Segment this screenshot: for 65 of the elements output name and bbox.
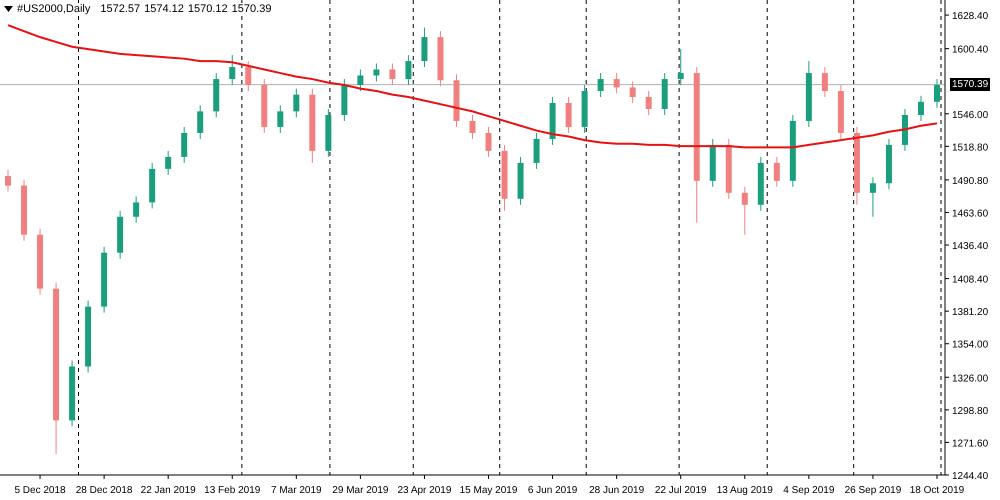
candlestick bbox=[870, 176, 876, 218]
y-tick-label: 1354.00 bbox=[952, 340, 988, 351]
y-tick-label: 1546.00 bbox=[952, 110, 988, 121]
x-tick-label: 28 Jun 2019 bbox=[589, 485, 644, 496]
y-tick-label: 1436.40 bbox=[952, 241, 988, 252]
candlestick bbox=[822, 66, 828, 98]
symbol-label: #US2000,Daily bbox=[17, 3, 90, 15]
x-tick-label: 18 Oct 2019 bbox=[910, 485, 964, 496]
candlestick bbox=[373, 62, 380, 82]
x-tick-label: 29 Mar 2019 bbox=[332, 485, 388, 496]
quote-value: 1570.12 bbox=[188, 3, 228, 15]
quote-value: 1570.39 bbox=[232, 3, 272, 15]
candlestick bbox=[774, 156, 780, 188]
candlestick bbox=[277, 104, 284, 134]
candlestick bbox=[934, 78, 940, 108]
x-tick-label: 13 Feb 2019 bbox=[204, 485, 260, 496]
x-tick-label: 5 Dec 2018 bbox=[14, 485, 66, 496]
candlestick bbox=[678, 48, 684, 86]
x-tick-label: 6 Jun 2019 bbox=[528, 485, 578, 496]
candlestick bbox=[293, 88, 300, 118]
candlestick bbox=[630, 80, 636, 104]
candlestick bbox=[646, 90, 652, 116]
x-tick-label: 15 May 2019 bbox=[460, 485, 518, 496]
x-tick-label: 7 Mar 2019 bbox=[271, 485, 322, 496]
quote-value: 1572.57 bbox=[100, 3, 140, 15]
candlestick bbox=[421, 27, 428, 68]
candlestick bbox=[598, 72, 604, 98]
candlestick bbox=[245, 60, 252, 92]
y-tick-label: 1463.60 bbox=[952, 208, 988, 220]
x-tick-label: 26 Sep 2019 bbox=[844, 485, 902, 496]
y-tick-label: 1518.80 bbox=[952, 142, 988, 154]
candlestick bbox=[486, 126, 492, 158]
candlestick bbox=[389, 62, 396, 86]
dropdown-triangle-icon[interactable] bbox=[4, 6, 13, 12]
y-tick-label: 1381.20 bbox=[952, 307, 988, 318]
candlestick bbox=[918, 95, 924, 122]
candlestick bbox=[614, 72, 620, 94]
quote-value: 1574.12 bbox=[144, 3, 184, 15]
x-tick-label: 28 Dec 2018 bbox=[76, 485, 132, 496]
candlestick bbox=[470, 114, 476, 140]
candlestick bbox=[229, 54, 236, 86]
candlestick bbox=[566, 96, 572, 134]
candlestick bbox=[742, 186, 748, 236]
candlestick bbox=[357, 68, 364, 92]
y-tick-label: 1298.80 bbox=[952, 406, 988, 417]
x-tick-label: 22 Jan 2019 bbox=[140, 485, 196, 496]
candlestick bbox=[534, 132, 540, 170]
y-tick-label: 1628.40 bbox=[952, 11, 988, 22]
x-tick-label: 4 Sep 2019 bbox=[783, 485, 834, 496]
y-tick-label: 1326.00 bbox=[952, 373, 988, 384]
candlestick bbox=[5, 170, 12, 192]
candlestick bbox=[165, 150, 172, 176]
x-tick-label: 13 Aug 2019 bbox=[716, 485, 773, 496]
current-price-label: 1570.39 bbox=[950, 78, 990, 91]
candlestick bbox=[405, 54, 412, 86]
candlestick bbox=[181, 126, 188, 164]
y-tick-label: 1408.40 bbox=[952, 274, 988, 286]
candlestick bbox=[133, 196, 140, 224]
x-tick-label: 23 Apr 2019 bbox=[397, 485, 452, 496]
y-tick-label: 1490.80 bbox=[952, 176, 988, 187]
candlestick bbox=[197, 104, 204, 140]
y-tick-label: 1271.60 bbox=[952, 438, 988, 450]
y-tick-label: 1244.40 bbox=[952, 471, 988, 482]
y-tick-label: 1600.40 bbox=[952, 44, 988, 56]
x-tick-label: 22 Jul 2019 bbox=[654, 485, 707, 496]
